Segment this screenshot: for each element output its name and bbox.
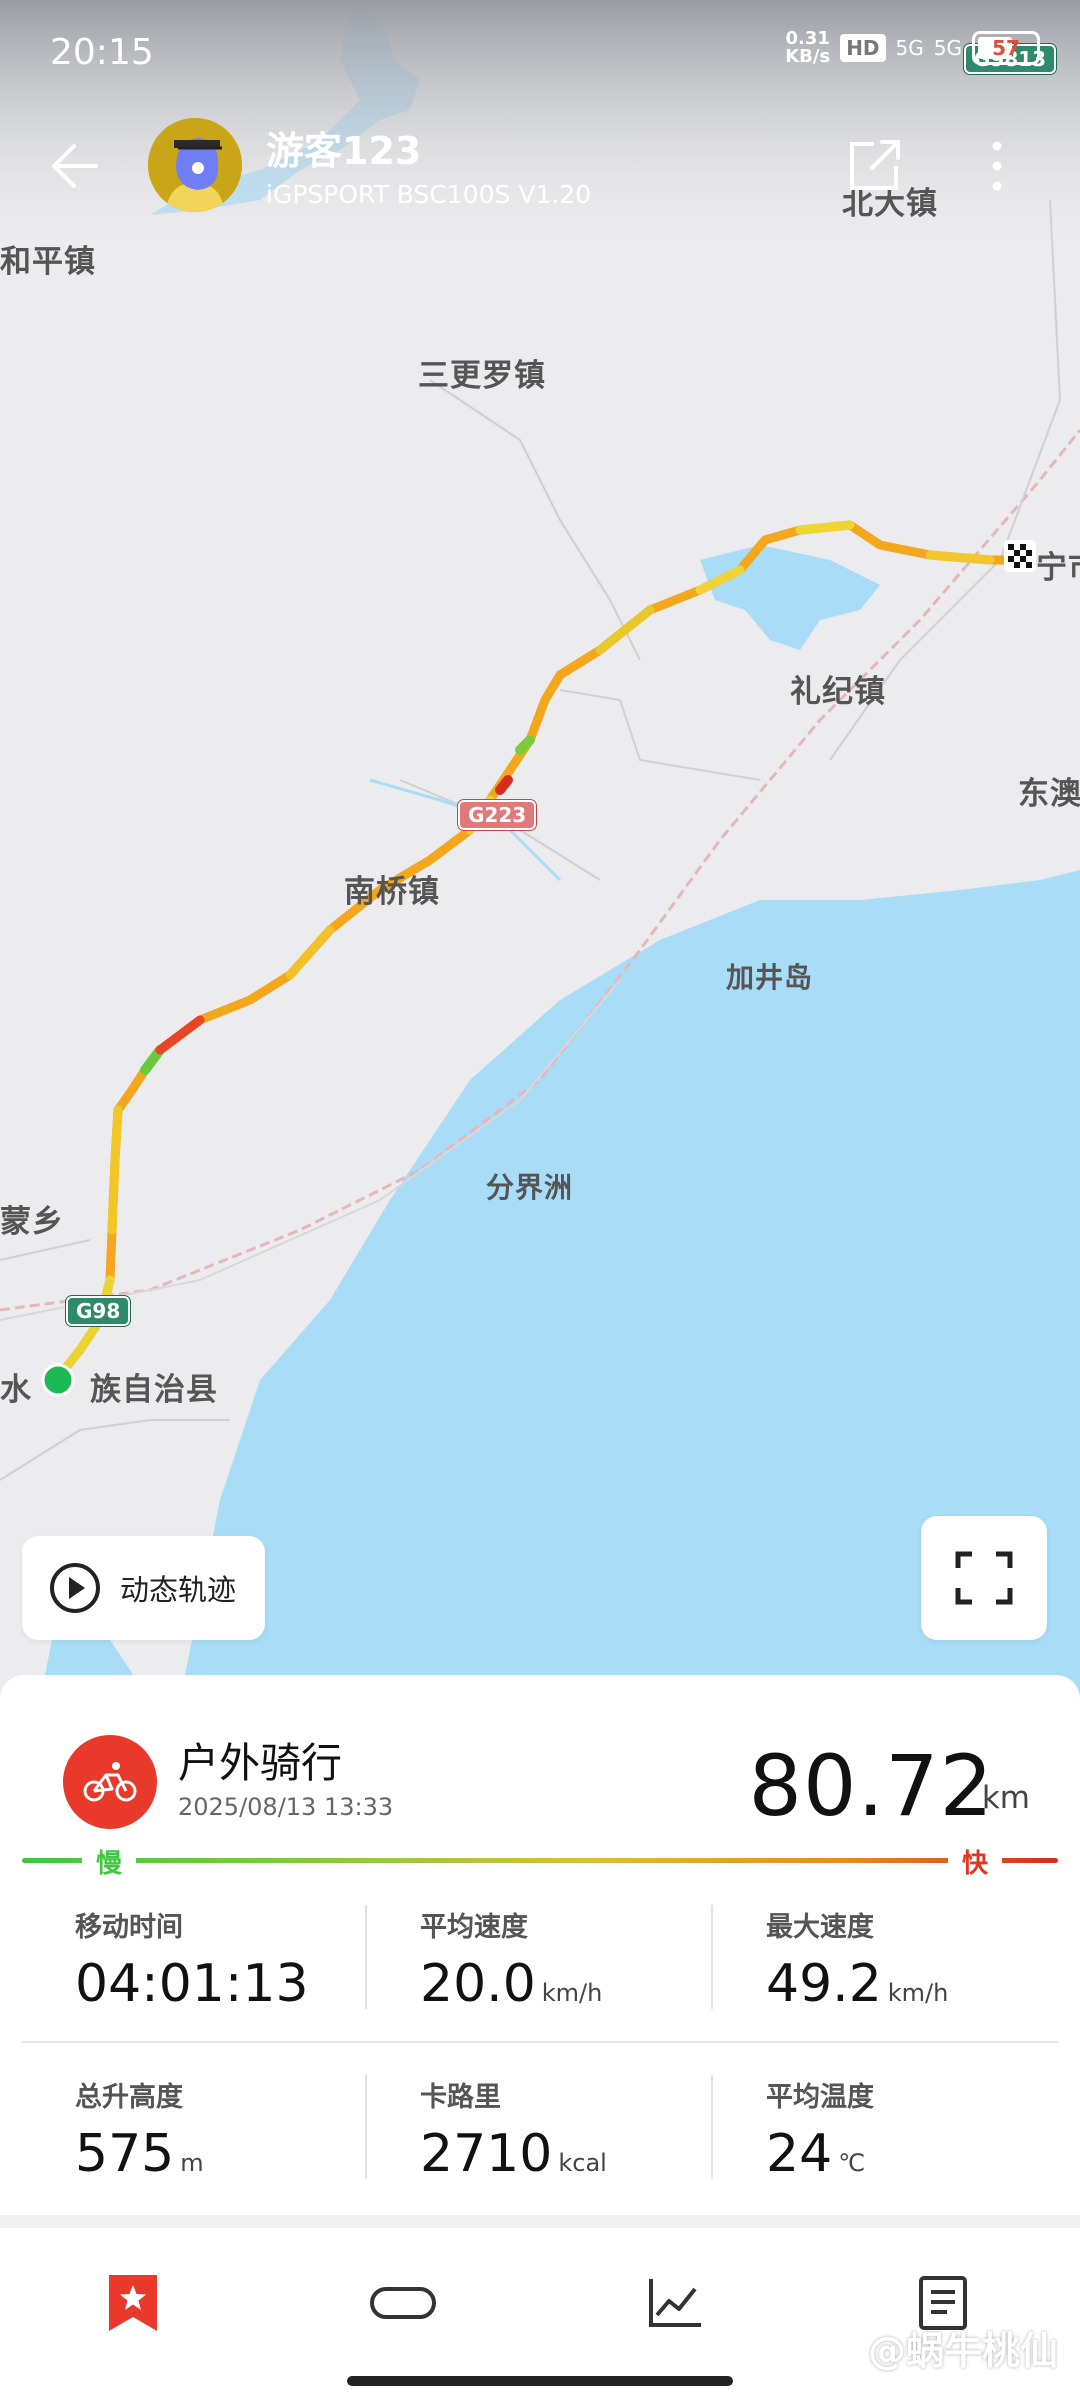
status-bar: 20:15 0.31 KB/s HD 5G 5G 57 [0,0,1080,100]
chart-icon [649,2279,701,2327]
place-label: 水 [0,1372,32,1408]
activity-type: 户外骑行 [178,1739,342,1787]
bookmark-icon [109,2275,157,2331]
fullscreen-icon [955,1551,1013,1605]
speed-color-scale: 慢 快 [22,1841,1058,1881]
avatar[interactable] [148,118,242,212]
route-map[interactable]: 和平镇 北大镇 三更罗镇 宁市 礼纪镇 东澳 南桥镇 加井岛 分界洲 蒙乡 水 … [0,0,1080,1700]
stat-moving-time: 移动时间 04:01:13 [75,1912,309,2014]
place-label: 东澳 [1018,776,1080,812]
stat-elevation: 总升高度 575 m [75,2082,204,2184]
nav-charts[interactable] [640,2268,710,2338]
nav-laps[interactable] [368,2268,438,2338]
stat-avg-speed: 平均速度 20.0 km/h [420,1912,603,2014]
place-label: 宁市 [1036,550,1080,586]
dynamic-track-button[interactable]: 动态轨迹 [22,1536,265,1640]
distance-value: 80.72 [748,1737,994,1835]
header: 游客123 iGPSPORT BSC100S V1.20 [0,100,1080,230]
distance-unit: km [981,1780,1030,1816]
place-label: 礼纪镇 [790,674,886,710]
play-icon [50,1563,100,1613]
map-base [0,0,1080,1700]
username: 游客123 [266,129,422,173]
stat-avg-temperature: 平均温度 24 ℃ [766,2082,874,2184]
lap-icon [370,2287,436,2319]
place-label: 加井岛 [726,961,814,994]
place-label: 族自治县 [90,1372,218,1408]
place-label: 分界洲 [486,1171,574,1204]
battery-icon: 57 [972,31,1040,65]
highway-shield: G223 [458,800,537,830]
nav-overview[interactable] [98,2268,168,2338]
activity-summary-card: 户外骑行 2025/08/13 13:33 80.72 km 慢 快 移动时间 … [0,1675,1080,2215]
fast-label: 快 [947,1843,1002,1880]
place-label: 南桥镇 [344,874,440,910]
more-vertical-icon[interactable] [985,136,1009,196]
slow-label: 慢 [82,1843,137,1880]
stat-max-speed: 最大速度 49.2 km/h [766,1912,949,2014]
watermark: @蜗牛桃仙 [867,2329,1058,2373]
signal-icon: 5G [933,36,962,60]
fullscreen-button[interactable] [921,1516,1047,1640]
back-arrow-icon[interactable] [44,138,104,194]
share-icon[interactable] [846,138,906,194]
hd-badge: HD [840,34,886,62]
highway-shield: G98 [66,1296,131,1326]
speed-gradient-bar [22,1858,1058,1863]
dynamic-track-label: 动态轨迹 [120,1573,237,1607]
clock: 20:15 [50,32,154,73]
cycling-icon [63,1735,157,1829]
home-indicator[interactable] [347,2376,733,2386]
device-name: iGPSPORT BSC100S V1.20 [266,180,592,209]
place-label: 蒙乡 [0,1204,64,1240]
signal-icon: 5G [895,36,924,60]
place-label: 和平镇 [0,244,96,280]
place-label: 三更罗镇 [418,358,546,394]
activity-datetime: 2025/08/13 13:33 [178,1793,394,1821]
network-speed: 0.31 KB/s [785,28,831,67]
stat-calories: 卡路里 2710 kcal [420,2082,607,2184]
